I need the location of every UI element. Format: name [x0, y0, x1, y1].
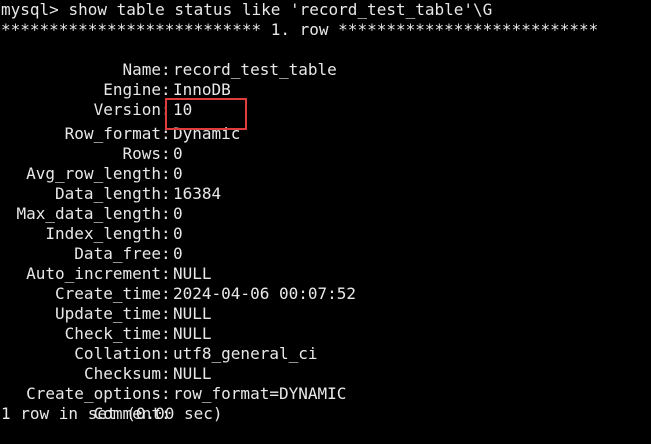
command-text: show table status like 'record_test_tabl… — [68, 0, 493, 19]
row-separator-label: 1. row — [270, 20, 329, 39]
field-row-create-time: Create_time:2024-04-06 00:07:52 — [1, 264, 641, 303]
field-row-auto-increment: Auto_increment: NULL — [1, 244, 641, 283]
command-line: mysql> show table status like 'record_te… — [1, 0, 492, 20]
field-row-check-time: Check_time: NULL — [1, 304, 641, 343]
field-row-comment: Comment: — [1, 384, 641, 423]
field-row-name: Name: record_test_table — [1, 40, 641, 79]
field-row-row-format: Row_format: Dynamic — [1, 104, 641, 143]
row-separator-right: *************************** — [338, 20, 599, 39]
field-row-create-options: Create_options: row_format=DYNAMIC — [1, 364, 641, 403]
field-row-index-length: Index_length:0 — [1, 204, 641, 243]
field-row-max-data-length: Max_data_length:0 — [1, 184, 641, 223]
result-summary: 1 row in set (0.00 sec) — [1, 404, 223, 423]
field-row-avg-row-length: Avg_row_length:0 — [1, 144, 641, 183]
row-separator-left: *************************** — [1, 20, 262, 39]
field-row-engine: Engine: InnoDB — [1, 60, 641, 99]
field-row-data-free: Data_free:0 — [1, 224, 641, 263]
field-row-rows: Rows:0 — [1, 124, 641, 163]
row-separator: *************************** 1. row *****… — [1, 20, 598, 40]
terminal-window[interactable]: mysql> show table status like 'record_te… — [0, 0, 651, 436]
field-row-update-time: Update_time: NULL — [1, 284, 641, 323]
field-row-checksum: Checksum: NULL — [1, 344, 641, 383]
field-row-data-length: Data_length:16384 — [1, 164, 641, 203]
prompt: mysql> — [1, 0, 59, 19]
field-row-version: Version:10 — [1, 80, 641, 119]
field-row-collation: Collation: utf8_general_ci — [1, 324, 641, 363]
